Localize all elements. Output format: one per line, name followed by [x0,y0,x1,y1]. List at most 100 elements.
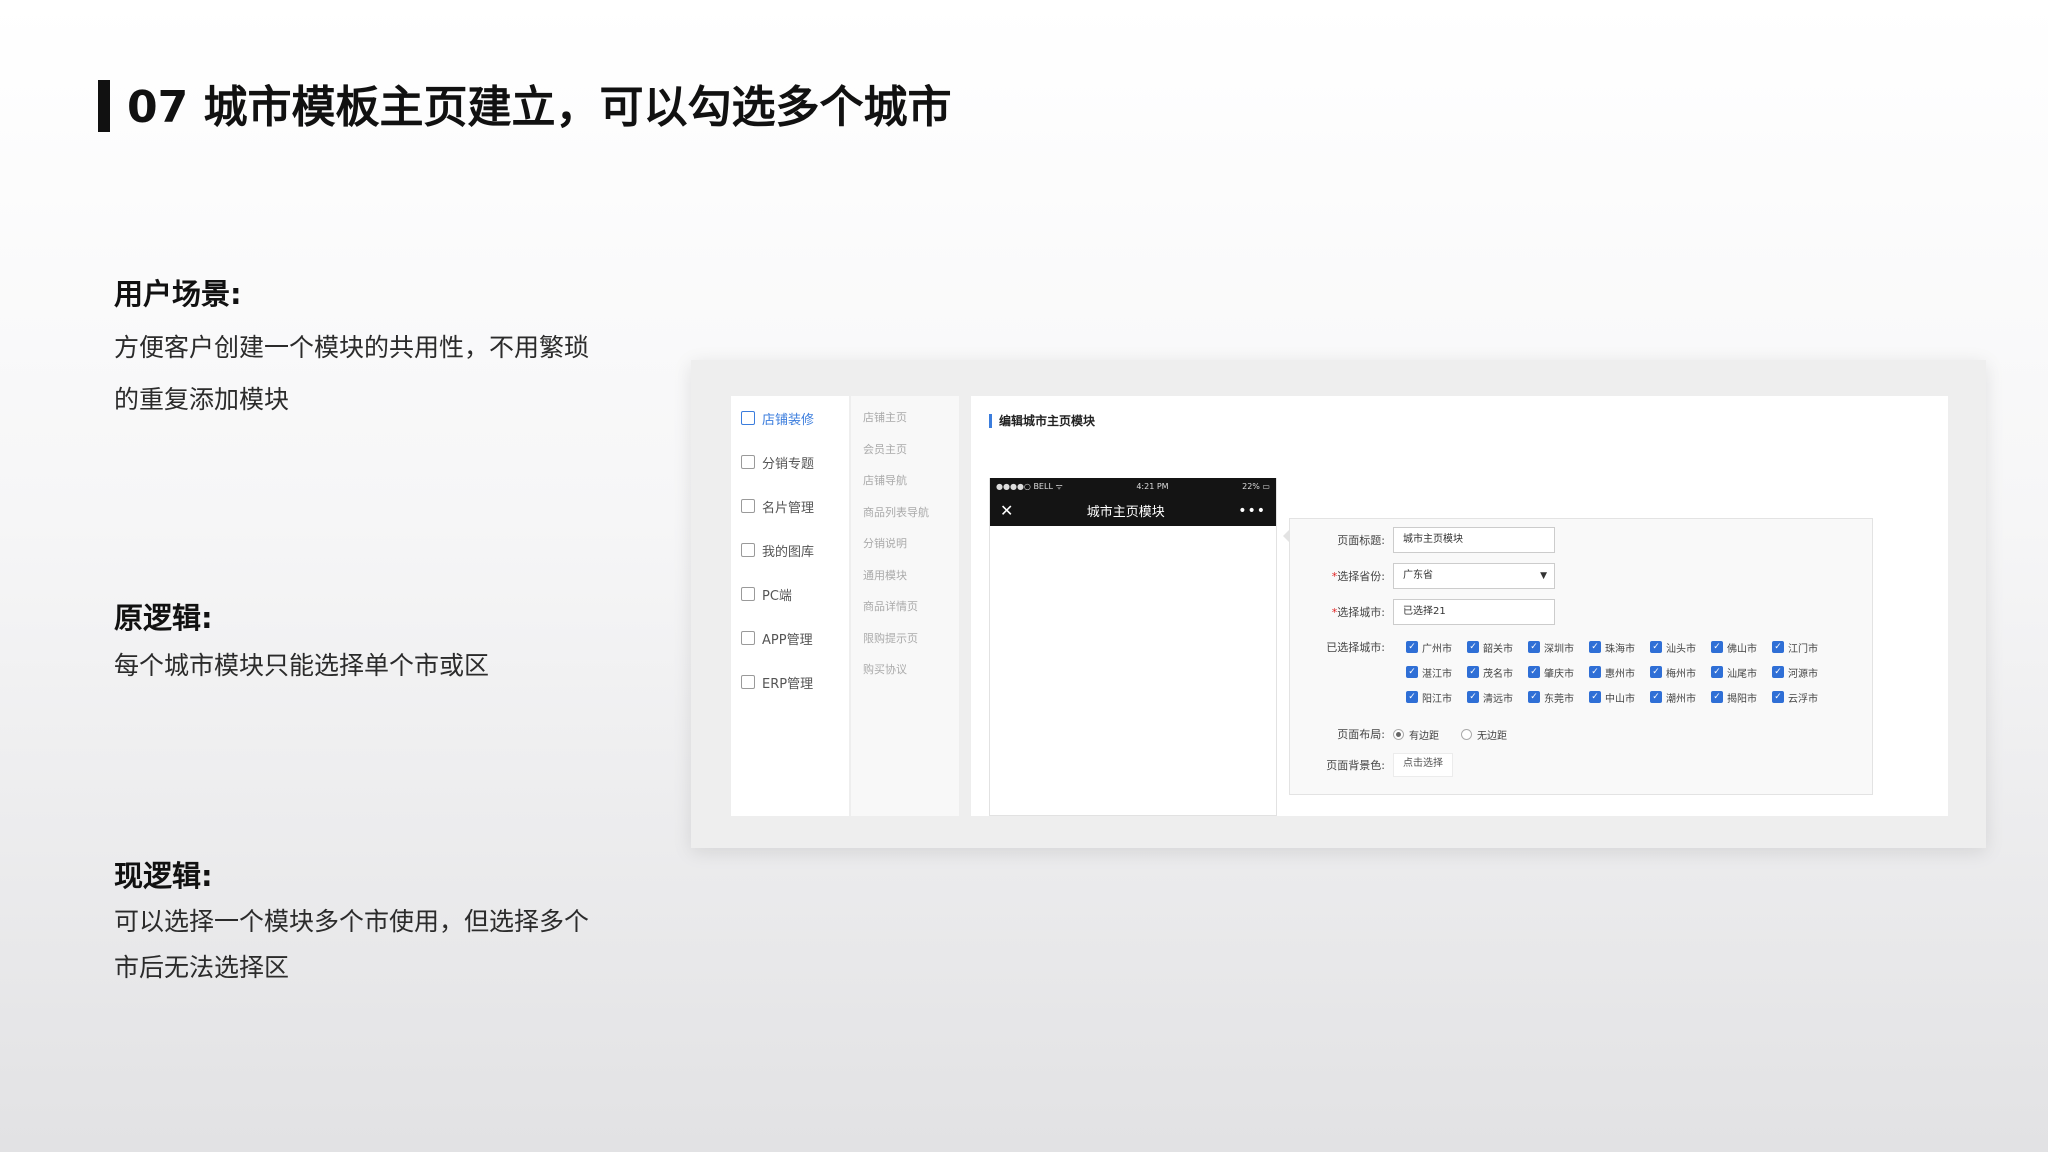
city-checkbox[interactable]: ✓ 珠海市 [1589,639,1650,655]
city-checkbox[interactable]: ✓ 阳江市 [1406,689,1467,705]
module-settings-form: 页面标题: 城市主页模块 *选择省份: 广东省 ▼ *选择城市: 已选择21 已… [1283,518,1873,795]
subnav-item-store-nav[interactable]: 店铺导航 [851,465,959,497]
page-title-label: 页面标题: [1337,534,1385,547]
phone-page-title: 城市主页模块 [1086,505,1165,520]
card-icon [741,499,755,513]
city-checkbox[interactable]: ✓ 梅州市 [1650,664,1711,680]
subnav-item-purchase-agreement[interactable]: 购买协议 [851,654,959,686]
checkbox-checked-icon: ✓ [1711,691,1723,703]
pc-icon [741,587,755,601]
subnav-item-common-module[interactable]: 通用模块 [851,560,959,592]
city-checkbox-label: 东莞市 [1544,693,1574,705]
city-checkbox[interactable]: ✓ 湛江市 [1406,664,1467,680]
scenario-text: 方便客户创建一个模块的共用性，不用繁琐 的重复添加模块 [114,322,634,426]
bg-color-label: 页面背景色: [1326,759,1385,772]
city-checkbox[interactable]: ✓ 佛山市 [1711,639,1772,655]
checkbox-checked-icon: ✓ [1406,691,1418,703]
app-screenshot: 店铺装修 分销专题 名片管理 我的图库 PC端 APP管理 ERP管理 店铺主页 [691,360,1986,848]
app-icon [741,631,755,645]
checkbox-checked-icon: ✓ [1528,691,1540,703]
sidebar-item-gallery[interactable]: 我的图库 [731,528,849,572]
city-checkbox[interactable]: ✓ 潮州市 [1650,689,1711,705]
checkbox-checked-icon: ✓ [1772,666,1784,678]
scenario-heading: 用户场景: [114,277,242,311]
province-select-value: 广东省 [1403,570,1433,581]
city-select[interactable]: 已选择21 [1393,599,1555,625]
sidebar-item-distribution[interactable]: 分销专题 [731,440,849,484]
brush-icon [741,411,755,425]
bg-color-pick-button[interactable]: 点击选择 [1393,753,1453,777]
sidebar-item-app[interactable]: APP管理 [731,616,849,660]
city-checkbox-label: 佛山市 [1727,643,1757,655]
radio-selected-icon [1393,728,1404,740]
checkbox-checked-icon: ✓ [1528,666,1540,678]
checkbox-checked-icon: ✓ [1772,641,1784,653]
city-checkbox[interactable]: ✓ 惠州市 [1589,664,1650,680]
old-logic-heading: 原逻辑: [114,601,213,635]
bg-color-row: 页面背景色: 点击选择 [1290,753,1453,777]
layout-radio-no-margin[interactable]: 无边距 [1461,727,1507,742]
subnav-item-product-list-nav[interactable]: 商品列表导航 [851,497,959,529]
editor-title: 编辑城市主页模块 [989,414,1095,428]
city-checkbox-label: 中山市 [1605,693,1635,705]
sidebar-item-pc[interactable]: PC端 [731,572,849,616]
city-checkbox[interactable]: ✓ 中山市 [1589,689,1650,705]
city-checkbox-label: 韶关市 [1483,643,1513,655]
layout-label: 页面布局: [1337,728,1385,741]
phone-carrier: ●●●●○ BELL ᯤ [996,482,1063,491]
subnav-item-product-detail[interactable]: 商品详情页 [851,591,959,623]
checkbox-checked-icon: ✓ [1406,641,1418,653]
layout-radio-with-margin[interactable]: 有边距 [1393,727,1439,742]
erp-icon [741,675,755,689]
province-label: *选择省份: [1331,570,1385,583]
city-checkbox-label: 湛江市 [1422,668,1452,680]
city-checkbox[interactable]: ✓ 广州市 [1406,639,1467,655]
form-pointer-caret [1283,529,1290,543]
old-logic-line: 每个城市模块只能选择单个市或区 [114,651,490,680]
checkbox-checked-icon: ✓ [1467,691,1479,703]
phone-battery: 22% ▭ [1242,482,1270,491]
radio-unselected-icon [1461,728,1472,740]
province-select[interactable]: 广东省 ▼ [1393,563,1555,589]
more-icon[interactable]: ••• [1238,503,1266,519]
city-checkbox[interactable]: ✓ 深圳市 [1528,639,1589,655]
city-checkbox-label: 云浮市 [1788,693,1818,705]
page-title-input[interactable]: 城市主页模块 [1393,527,1555,553]
subnav-item-distribution-info[interactable]: 分销说明 [851,528,959,560]
subnav-item-store-home[interactable]: 店铺主页 [851,402,959,434]
city-checkbox[interactable]: ✓ 韶关市 [1467,639,1528,655]
subnav-item-purchase-limit[interactable]: 限购提示页 [851,623,959,655]
sidebar-item-cards[interactable]: 名片管理 [731,484,849,528]
city-checkbox-label: 肇庆市 [1544,668,1574,680]
sidebar-item-erp[interactable]: ERP管理 [731,660,849,704]
sidebar-item-store-decoration[interactable]: 店铺装修 [731,396,849,440]
city-checkbox[interactable]: ✓ 汕头市 [1650,639,1711,655]
city-checkbox[interactable]: ✓ 肇庆市 [1528,664,1589,680]
phone-time: 4:21 PM [1136,482,1169,491]
phone-status-bar: ●●●●○ BELL ᯤ 4:21 PM 22% ▭ [990,478,1276,495]
page-title-row: 页面标题: 城市主页模块 [1290,527,1555,553]
scenario-line: 的重复添加模块 [114,385,290,414]
city-checkbox[interactable]: ✓ 河源市 [1772,664,1833,680]
city-checkbox[interactable]: ✓ 茂名市 [1467,664,1528,680]
city-checkbox[interactable]: ✓ 清远市 [1467,689,1528,705]
city-checkbox-label: 广州市 [1422,643,1452,655]
editor-content: 编辑城市主页模块 ●●●●○ BELL ᯤ 4:21 PM 22% ▭ ✕ 城市… [971,396,1948,816]
selected-cities-row: 已选择城市: [1290,639,1393,655]
city-checkbox[interactable]: ✓ 汕尾市 [1711,664,1772,680]
checkbox-checked-icon: ✓ [1528,641,1540,653]
checkbox-checked-icon: ✓ [1589,641,1601,653]
checkbox-checked-icon: ✓ [1589,666,1601,678]
new-logic-line: 可以选择一个模块多个市使用，但选择多个 [114,907,590,936]
selected-cities-label: 已选择城市: [1326,641,1385,654]
phone-nav-bar: ✕ 城市主页模块 ••• [990,495,1276,526]
checkbox-checked-icon: ✓ [1711,641,1723,653]
subnav-item-member-home[interactable]: 会员主页 [851,434,959,466]
city-checkbox[interactable]: ✓ 东莞市 [1528,689,1589,705]
city-checkbox[interactable]: ✓ 揭阳市 [1711,689,1772,705]
close-icon[interactable]: ✕ [1000,501,1013,520]
city-checkbox[interactable]: ✓ 江门市 [1772,639,1833,655]
gallery-icon [741,543,755,557]
title-accent-bar [98,80,110,132]
city-checkbox[interactable]: ✓ 云浮市 [1772,689,1833,705]
